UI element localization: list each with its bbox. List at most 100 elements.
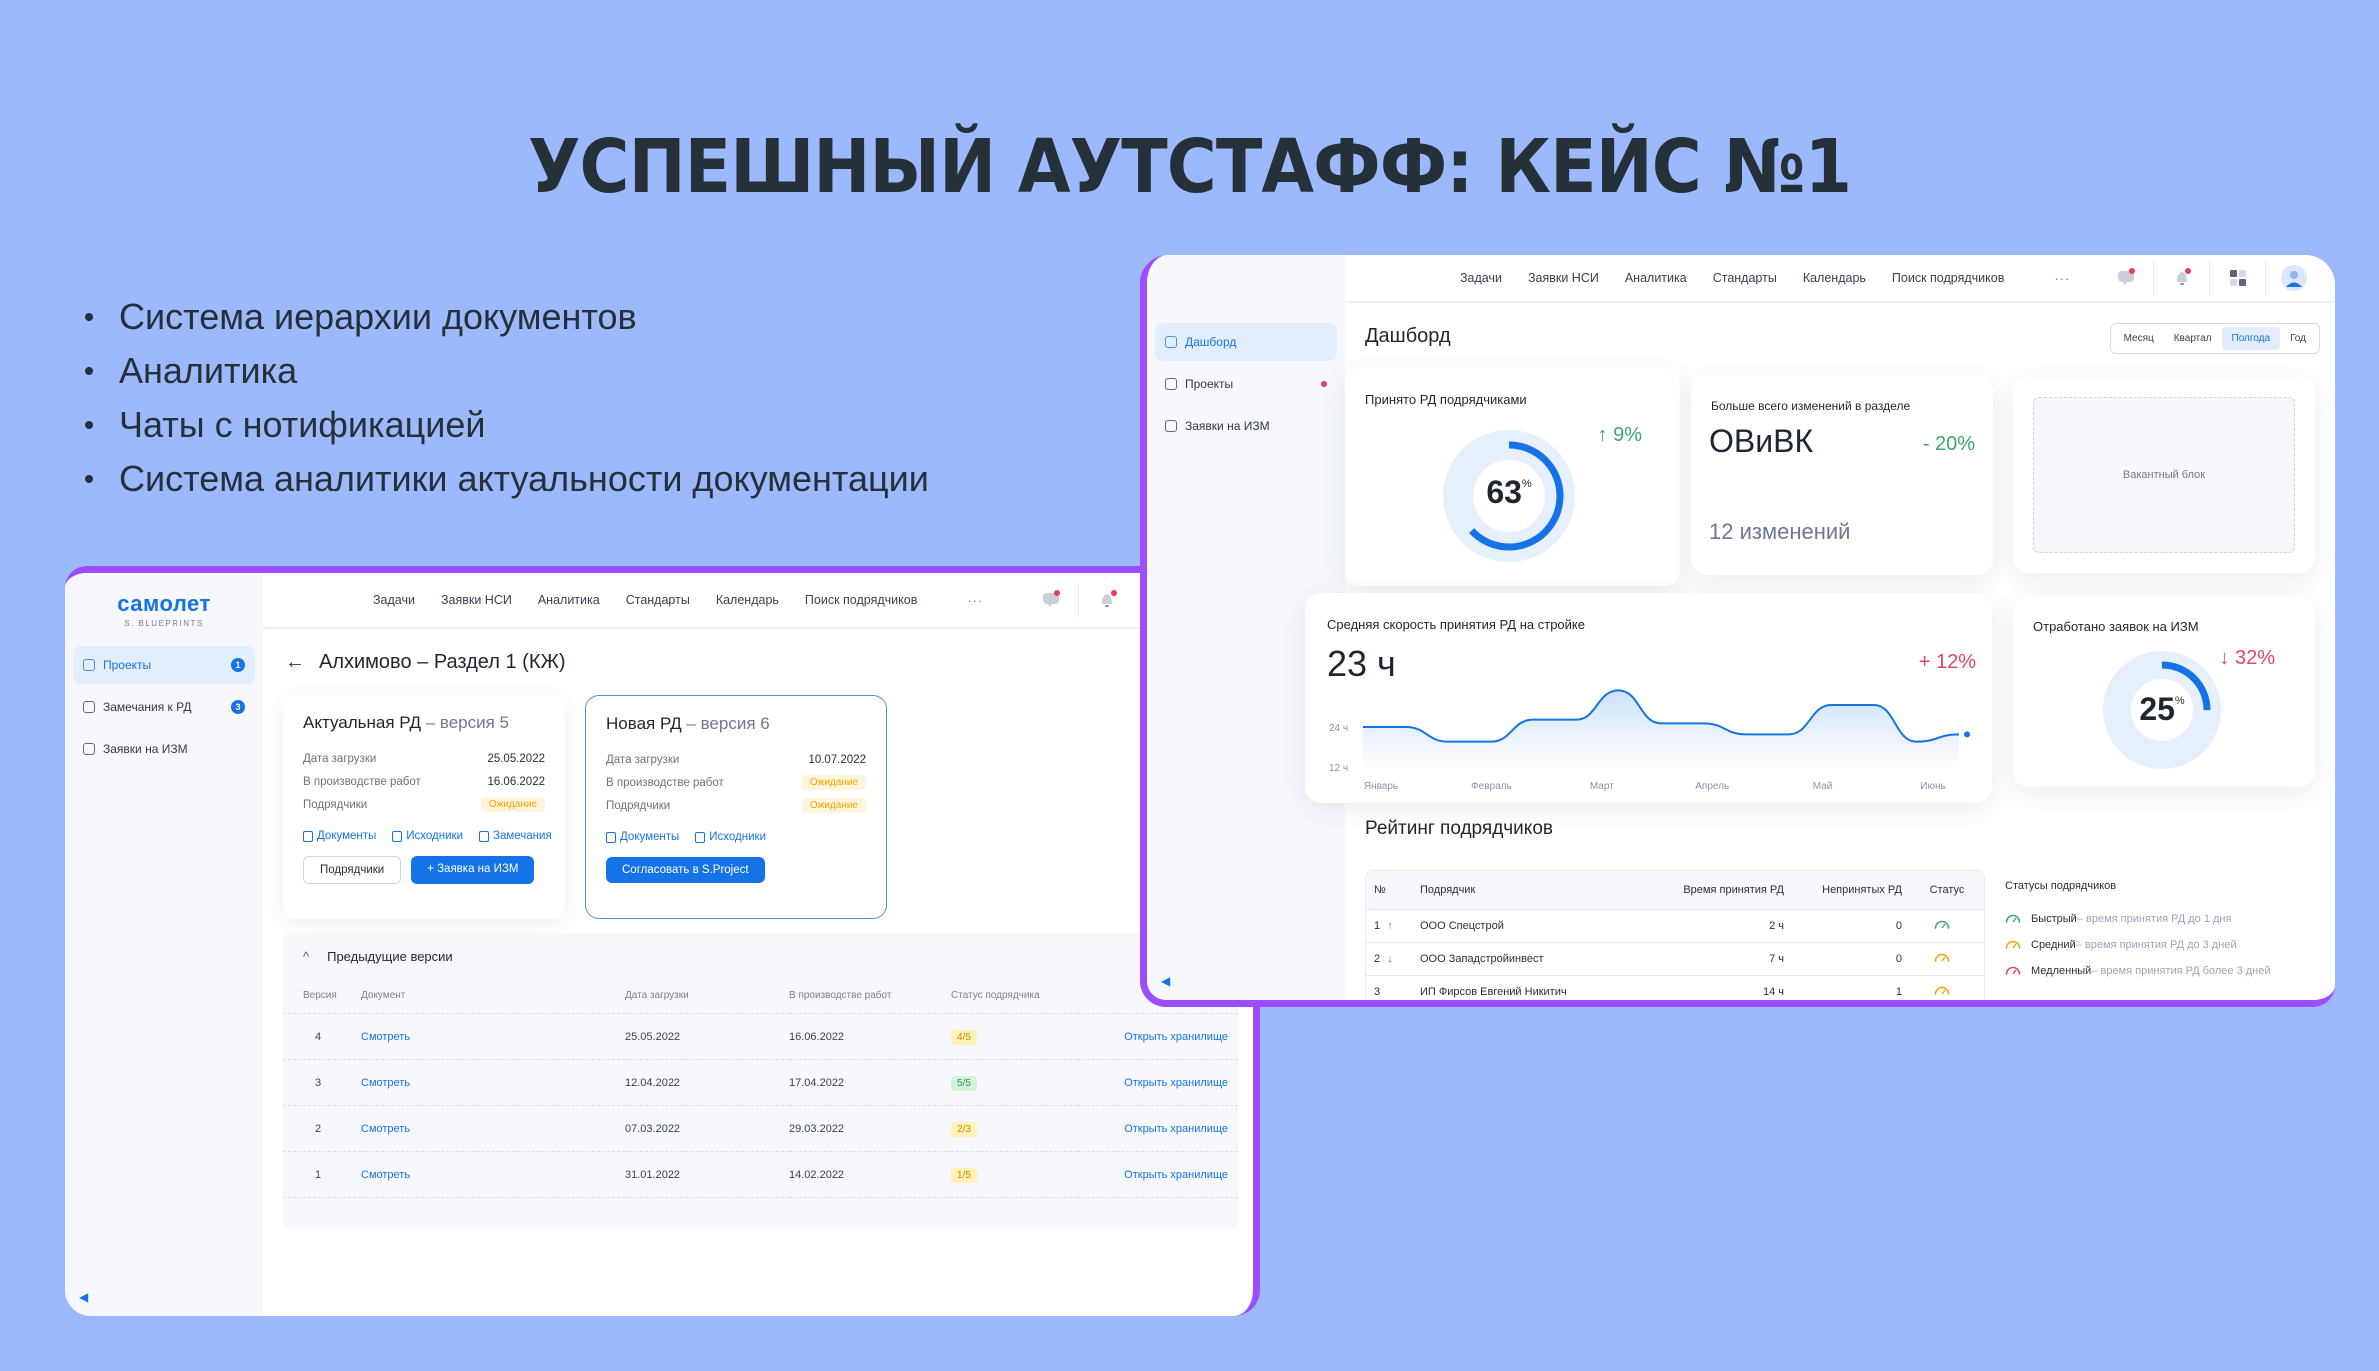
period-quarter[interactable]: Квартал bbox=[2164, 327, 2222, 350]
card-title: Актуальная РД – версия 5 bbox=[303, 713, 510, 732]
documents-link[interactable]: Документы bbox=[303, 830, 376, 842]
chevron-up-icon[interactable]: ^ bbox=[303, 949, 309, 964]
bullet-icon bbox=[85, 367, 93, 375]
count-badge: 3 bbox=[231, 700, 245, 714]
speed-card: Средняя скорость принятия РД на стройке … bbox=[1305, 593, 1992, 803]
status-badge: Ожидание bbox=[801, 775, 866, 790]
collapse-sidebar-icon[interactable]: ◀ bbox=[79, 1290, 88, 1304]
period-half-year[interactable]: Полгода bbox=[2221, 327, 2281, 350]
nav-link-nsi[interactable]: Заявки НСИ bbox=[441, 593, 512, 607]
chart-current-point bbox=[1962, 729, 1972, 740]
speed-gauge-icon bbox=[1910, 975, 1984, 1000]
chat-icon[interactable] bbox=[1023, 582, 1080, 618]
processed-requests-card: Отработано заявок на ИЗМ ↓ 32% 25% bbox=[2013, 595, 2315, 787]
feature-item: Аналитика bbox=[85, 344, 929, 398]
more-menu-icon[interactable]: ··· bbox=[967, 593, 983, 608]
current-version-card: Актуальная РД – версия 5 Дата загрузки 25… bbox=[283, 695, 565, 919]
view-document-link[interactable]: Смотреть bbox=[361, 1013, 625, 1060]
list-icon bbox=[1165, 420, 1177, 432]
table-row[interactable]: 3 ИП Фирсов Евгений Никитич 14 ч 1 bbox=[1366, 975, 1984, 1000]
hero-title: УСПЕШНЫЙ АУТСТАФФ: КЕЙС №1 bbox=[527, 124, 1852, 210]
nav-link-calendar[interactable]: Календарь bbox=[716, 593, 779, 607]
archive-icon bbox=[695, 831, 706, 843]
status-badge: Ожидание bbox=[801, 798, 866, 813]
info-row: Подрядчики Ожидание bbox=[303, 793, 545, 816]
view-document-link[interactable]: Смотреть bbox=[361, 1105, 625, 1152]
unaccepted-count: 0 bbox=[1792, 942, 1910, 976]
sidebar-item-change-requests[interactable]: Заявки на ИЗМ bbox=[1155, 407, 1337, 445]
open-storage-link[interactable]: Открыть хранилище bbox=[1077, 1013, 1238, 1060]
open-storage-link[interactable]: Открыть хранилище bbox=[1077, 1059, 1238, 1106]
dashboard-content: Задачи Заявки НСИ Аналитика Стандарты Ка… bbox=[1305, 255, 2335, 1000]
nav-link-tasks[interactable]: Задачи bbox=[1460, 271, 1502, 285]
back-arrow-icon[interactable]: ← bbox=[285, 651, 305, 674]
top-navigation: Задачи Заявки НСИ Аналитика Стандарты Ка… bbox=[1345, 255, 2335, 303]
nav-link-calendar[interactable]: Календарь bbox=[1803, 271, 1866, 285]
table-row[interactable]: 1 ↑ ООО Спецстрой 2 ч 0 bbox=[1366, 909, 1984, 943]
sidebar-item-projects[interactable]: Проекты bbox=[1155, 365, 1337, 403]
view-document-link[interactable]: Смотреть bbox=[361, 1059, 625, 1106]
donut-value: 25% bbox=[2139, 691, 2185, 727]
approve-sproject-button[interactable]: Согласовать в S.Project bbox=[606, 857, 765, 883]
period-year[interactable]: Год bbox=[2280, 327, 2316, 350]
nav-link-analytics[interactable]: Аналитика bbox=[1625, 271, 1687, 285]
previous-versions-panel: ^ Предыдущие версии Версия Документ Дата… bbox=[283, 933, 1238, 1229]
nav-link-contractor-search[interactable]: Поиск подрядчиков bbox=[805, 593, 917, 607]
speed-gauge-icon bbox=[2005, 965, 2031, 978]
sources-link[interactable]: Исходники bbox=[392, 830, 463, 842]
section-name: ОВиВК bbox=[1709, 423, 1814, 459]
sidebar-item-change-requests[interactable]: Заявки на ИЗМ bbox=[73, 730, 255, 768]
bell-icon[interactable] bbox=[1079, 582, 1135, 618]
period-month[interactable]: Месяц bbox=[2114, 327, 2164, 350]
open-storage-link[interactable]: Открыть хранилище bbox=[1077, 1151, 1238, 1198]
version-number: 3 bbox=[283, 1059, 361, 1106]
sources-link[interactable]: Исходники bbox=[695, 831, 766, 843]
chat-icon[interactable] bbox=[2098, 260, 2155, 296]
y-tick-label: 12 ч bbox=[1329, 763, 1348, 774]
rank-number: 1 bbox=[1374, 919, 1381, 932]
upload-date: 07.03.2022 bbox=[625, 1105, 789, 1152]
previous-versions-header[interactable]: ^ Предыдущие версии bbox=[283, 933, 1238, 980]
contractor-status-badge: 1/5 bbox=[951, 1167, 977, 1183]
apps-grid-icon[interactable] bbox=[2210, 260, 2267, 296]
table-row: 1 Смотреть 31.01.2022 14.02.2022 1/5 Отк… bbox=[283, 1151, 1238, 1198]
collapse-sidebar-icon[interactable]: ◀ bbox=[1161, 974, 1170, 988]
sidebar-item-remarks[interactable]: Замечания к РД 3 bbox=[73, 688, 255, 726]
dashboard-window: Дашборд Проекты Заявки на ИЗМ ◀ Задачи З… bbox=[1140, 255, 2335, 1007]
nav-link-nsi[interactable]: Заявки НСИ bbox=[1528, 271, 1599, 285]
rank-number: 2 bbox=[1374, 952, 1381, 965]
documents-link[interactable]: Документы bbox=[606, 831, 679, 843]
sidebar-item-projects[interactable]: Проекты 1 bbox=[73, 646, 255, 684]
contractors-button[interactable]: Подрядчики bbox=[303, 856, 402, 884]
nav-link-standards[interactable]: Стандарты bbox=[626, 593, 690, 607]
archive-icon bbox=[392, 830, 403, 842]
nav-link-contractor-search[interactable]: Поиск подрядчиков bbox=[1892, 271, 2004, 285]
info-row: В производстве работ Ожидание bbox=[606, 771, 866, 794]
nav-link-analytics[interactable]: Аналитика bbox=[538, 593, 600, 607]
more-menu-icon[interactable]: ··· bbox=[2054, 271, 2070, 286]
info-row: Дата загрузки 25.05.2022 bbox=[303, 752, 545, 765]
sidebar-item-dashboard[interactable]: Дашборд bbox=[1155, 323, 1337, 361]
contractor-status-badge: 5/5 bbox=[951, 1075, 977, 1091]
table-row[interactable]: 2 ↓ ООО Западстройинвест 7 ч 0 bbox=[1366, 942, 1984, 976]
open-storage-link[interactable]: Открыть хранилище bbox=[1077, 1105, 1238, 1152]
view-document-link[interactable]: Смотреть bbox=[361, 1151, 625, 1198]
bell-icon[interactable] bbox=[2154, 260, 2211, 296]
info-row: В производстве работ 16.06.2022 bbox=[303, 775, 545, 788]
donut-value: 63% bbox=[1486, 474, 1532, 510]
user-avatar[interactable] bbox=[2266, 260, 2322, 296]
top-navigation: Задачи Заявки НСИ Аналитика Стандарты Ка… bbox=[263, 573, 1253, 629]
version-number: 1 bbox=[283, 1151, 361, 1198]
status-badge: Ожидание bbox=[480, 797, 545, 812]
speed-gauge-icon bbox=[2005, 939, 2031, 952]
nav-link-standards[interactable]: Стандарты bbox=[1713, 271, 1777, 285]
remarks-link[interactable]: Замечания bbox=[479, 830, 552, 842]
change-request-button[interactable]: + Заявка на ИЗМ bbox=[411, 856, 535, 884]
nav-link-tasks[interactable]: Задачи bbox=[373, 593, 415, 607]
chart-area bbox=[1363, 690, 1959, 771]
project-window: самолет S. BLUEPRINTS Проекты 1 Замечани… bbox=[65, 566, 1260, 1316]
version-number: 2 bbox=[283, 1105, 361, 1152]
rank-number: 3 bbox=[1374, 985, 1381, 998]
logo[interactable]: самолет S. BLUEPRINTS bbox=[65, 573, 263, 628]
legend-item: Медленный – время принятия РД более 3 дн… bbox=[2005, 958, 2271, 984]
